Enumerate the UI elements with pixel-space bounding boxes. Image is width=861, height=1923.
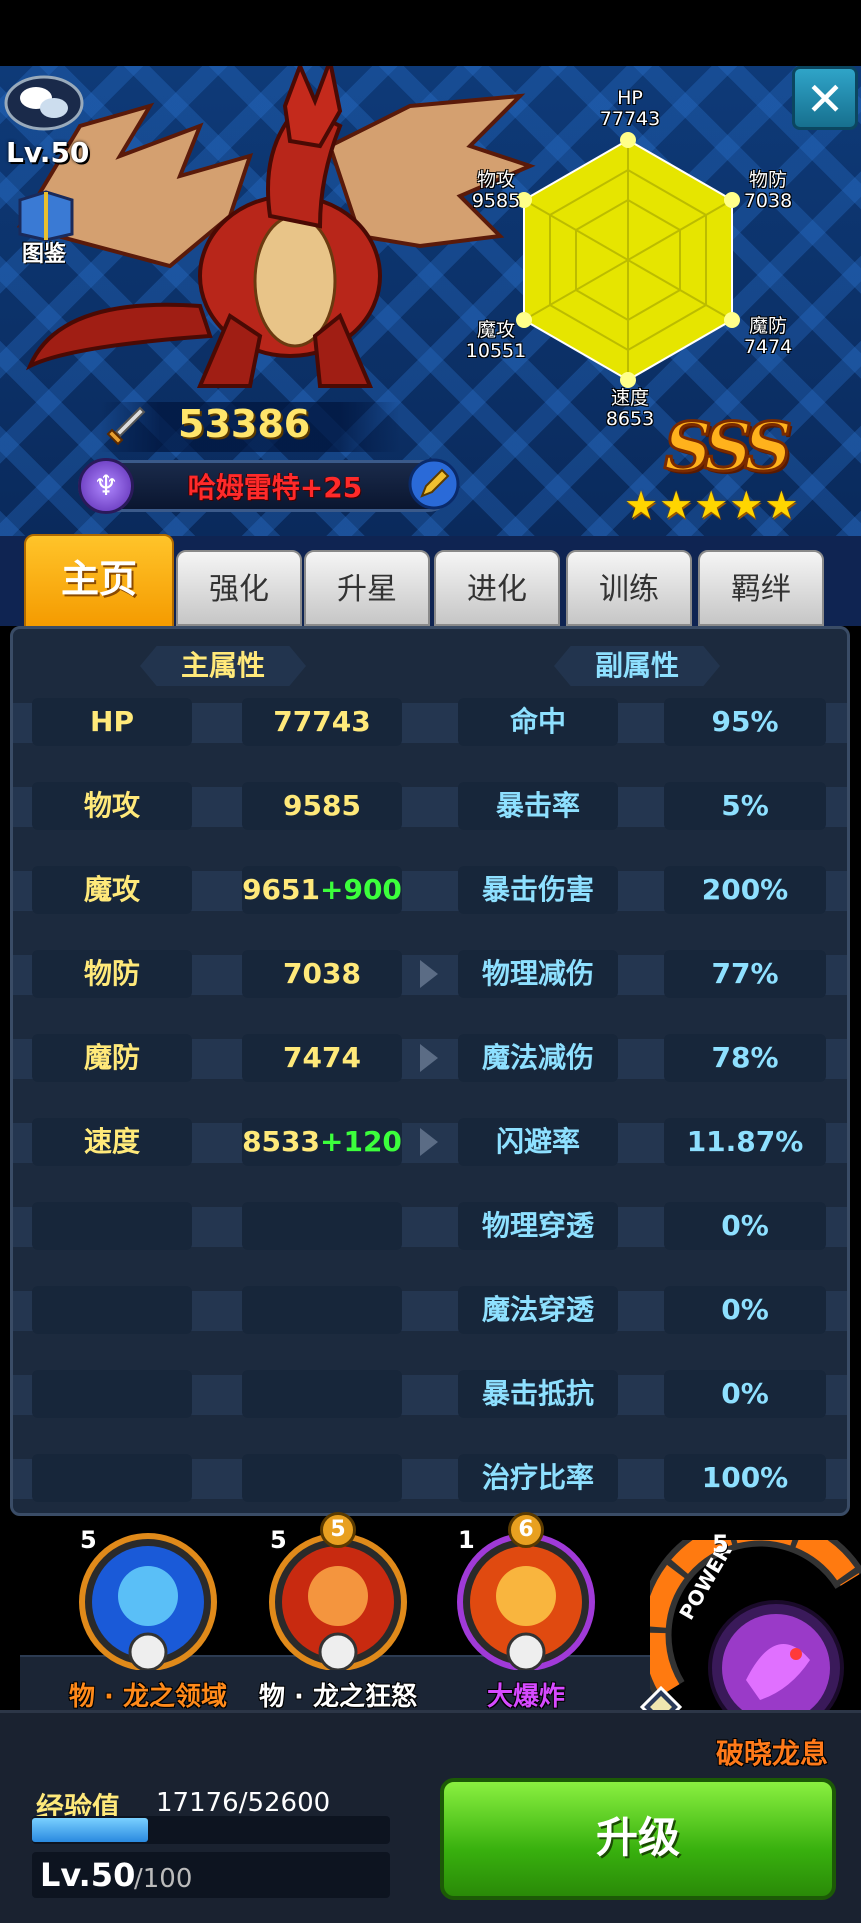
- sub-stat-name: 魔法减伤: [458, 1034, 618, 1082]
- level-current: Lv.50: [40, 1856, 136, 1894]
- radar-spd: 速度 8653: [605, 387, 655, 430]
- sub-stat-name: 暴击率: [458, 782, 618, 830]
- stat-base-value: 8533: [242, 1125, 320, 1158]
- play-arrow-icon[interactable]: [420, 1044, 438, 1072]
- stat-value: 9651+900: [242, 866, 402, 914]
- sub-stat-name: 闪避率: [458, 1118, 618, 1166]
- stat-base-value: 77743: [273, 705, 371, 738]
- stat-base-value: 9651: [242, 873, 320, 906]
- sub-stat-value: 0%: [664, 1202, 826, 1250]
- stat-name: 魔防: [32, 1034, 192, 1082]
- main-attributes-header: 主属性: [140, 646, 306, 686]
- radar-pdef: 物防 7038: [743, 169, 793, 212]
- skill-level: 5: [270, 1526, 287, 1554]
- stat-name: 物防: [32, 950, 192, 998]
- skill-name: 物 · 龙之领域: [69, 1682, 227, 1712]
- star-icon: ★: [694, 483, 729, 527]
- sub-stat-value: 78%: [664, 1034, 826, 1082]
- tab-star-up[interactable]: 升星: [304, 550, 430, 626]
- sub-attributes-header: 副属性: [554, 646, 720, 686]
- sub-stat-name: 命中: [458, 698, 618, 746]
- sub-stat-name: 物理减伤: [458, 950, 618, 998]
- stat-base-value: 9585: [283, 789, 361, 822]
- sub-stat-name: 暴击抵抗: [458, 1370, 618, 1418]
- sub-stat-value: 0%: [664, 1370, 826, 1418]
- stat-name: [32, 1370, 192, 1418]
- hero-name: 哈姆雷特+25: [187, 471, 363, 504]
- play-arrow-icon[interactable]: [420, 960, 438, 988]
- top-bar: [0, 0, 861, 66]
- combat-power: 53386: [178, 402, 311, 446]
- sub-stat-value: 100%: [664, 1454, 826, 1502]
- stat-bonus: +900: [320, 873, 402, 906]
- atlas-label[interactable]: 图鉴: [22, 236, 66, 268]
- skill-level: 1: [458, 1526, 475, 1554]
- tab-bond[interactable]: 羁绊: [698, 550, 824, 626]
- stat-base-value: 7038: [283, 957, 361, 990]
- stat-value: [242, 1454, 402, 1502]
- tab-home[interactable]: 主页: [24, 534, 174, 628]
- star-icon: ★: [659, 483, 694, 527]
- stat-base-value: 7474: [283, 1041, 361, 1074]
- sub-stat-value: 200%: [664, 866, 826, 914]
- sub-stat-name: 暴击伤害: [458, 866, 618, 914]
- stat-value: [242, 1202, 402, 1250]
- claw-element-icon: ♆: [78, 458, 134, 514]
- sub-stat-value: 77%: [664, 950, 826, 998]
- tab-train[interactable]: 训练: [566, 550, 692, 626]
- stat-name: [32, 1454, 192, 1502]
- exp-value: 17176/52600: [156, 1788, 331, 1818]
- exp-bar-fill: [32, 1818, 148, 1842]
- stat-name: 物攻: [32, 782, 192, 830]
- star-icon: ★: [764, 483, 799, 527]
- radar-patk: 物攻 9585: [471, 169, 521, 212]
- skill-rank-badge: 5: [320, 1512, 356, 1548]
- stat-name: 速度: [32, 1118, 192, 1166]
- star-icon: ★: [729, 483, 764, 527]
- skill-level: 5: [80, 1526, 97, 1554]
- level-max: /100: [134, 1864, 193, 1894]
- sub-stat-value: 5%: [664, 782, 826, 830]
- play-arrow-icon[interactable]: [420, 1128, 438, 1156]
- book-icon[interactable]: [14, 186, 78, 242]
- stat-name: [32, 1202, 192, 1250]
- ultimate-skill-name: 破晓龙息: [716, 1737, 829, 1770]
- sub-stat-name: 物理穿透: [458, 1202, 618, 1250]
- stat-bonus: +120: [320, 1125, 402, 1158]
- upgrade-button[interactable]: 升级: [440, 1778, 836, 1900]
- sub-stat-value: 95%: [664, 698, 826, 746]
- skill-rank-badge: 6: [508, 1512, 544, 1548]
- stat-name: HP: [32, 698, 192, 746]
- stat-value: 7474: [242, 1034, 402, 1082]
- stat-value: [242, 1286, 402, 1334]
- chat-icon[interactable]: [4, 74, 84, 132]
- skill-name: 物 · 龙之狂怒: [259, 1682, 417, 1712]
- sub-stat-value: 0%: [664, 1286, 826, 1334]
- sub-stat-name: 治疗比率: [458, 1454, 618, 1502]
- stat-name: 魔攻: [32, 866, 192, 914]
- sub-stat-name: 魔法穿透: [458, 1286, 618, 1334]
- rank-badge: SSS: [662, 407, 793, 488]
- stat-value: 9585: [242, 782, 402, 830]
- stat-value: [242, 1370, 402, 1418]
- stat-name: [32, 1286, 192, 1334]
- sword-icon: [106, 406, 146, 446]
- stat-value: 7038: [242, 950, 402, 998]
- radar-mdef: 魔防 7474: [743, 315, 793, 358]
- pencil-icon[interactable]: [408, 458, 460, 510]
- stat-value: 8533+120: [242, 1118, 402, 1166]
- ultimate-level: 5: [712, 1530, 729, 1558]
- sub-stat-value: 11.87%: [664, 1118, 826, 1166]
- skill-name: 大爆炸: [486, 1682, 565, 1712]
- radar-matk: 魔攻 10551: [465, 319, 527, 362]
- stat-value: 77743: [242, 698, 402, 746]
- star-icon: ★: [624, 483, 659, 527]
- hero-level-tag: Lv.50: [6, 136, 90, 169]
- tab-enhance[interactable]: 强化: [176, 550, 302, 626]
- tab-evolve[interactable]: 进化: [434, 550, 560, 626]
- star-rating: ★★★★★: [624, 486, 799, 524]
- radar-hp: HP 77743: [599, 87, 661, 130]
